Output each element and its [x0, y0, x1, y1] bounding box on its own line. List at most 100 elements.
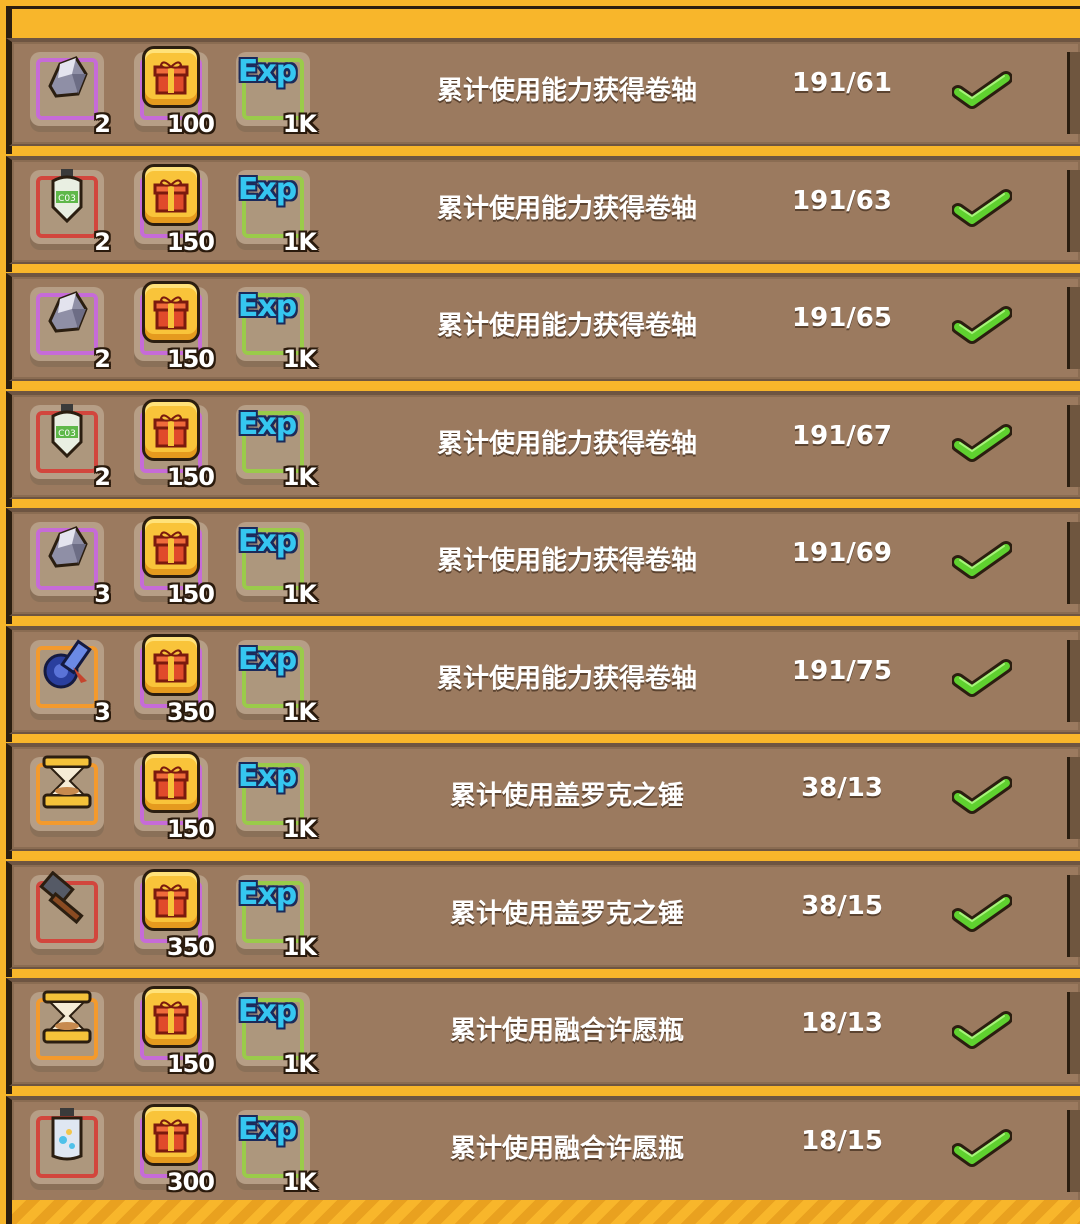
gift-box-icon [142, 399, 200, 461]
exp-reward-slot[interactable]: Exp 1K [236, 405, 317, 491]
gift-reward-slot[interactable]: 150 [134, 281, 215, 373]
task-description: 累计使用能力获得卷轴 [436, 664, 697, 694]
row-separator [6, 264, 1080, 272]
checkmark-icon [951, 538, 1013, 582]
item-count: 3 [94, 580, 111, 608]
item-reward-slot[interactable]: 3 [30, 639, 111, 726]
item-reward-slot[interactable]: C03 2 [30, 404, 111, 491]
wish-bottle-icon [38, 1106, 96, 1164]
task-progress: 191/61 [792, 68, 892, 98]
exp-icon: Exp [238, 42, 297, 100]
hammer-icon [38, 871, 96, 929]
reward-row: 150 Exp 1K 累计使用融合许愿瓶 18/13 [6, 978, 1080, 1088]
item-reward-slot[interactable]: C03 2 [30, 169, 111, 256]
exp-icon: Exp [238, 630, 297, 688]
reward-row: C03 2 150 Exp 1K 累计使用能力获得卷轴 191/63 [6, 156, 1080, 266]
task-progress: 191/67 [792, 421, 892, 451]
checkmark-icon [951, 773, 1013, 817]
row-separator [6, 499, 1080, 507]
exp-icon: Exp [238, 277, 297, 335]
gift-reward-slot[interactable]: 350 [134, 869, 215, 961]
exp-count: 1K [282, 110, 317, 138]
task-description: 累计使用能力获得卷轴 [436, 311, 697, 341]
exp-reward-slot[interactable]: Exp 1K [236, 992, 317, 1078]
exp-reward-slot[interactable]: Exp 1K [236, 1110, 317, 1196]
task-progress: 191/65 [792, 303, 892, 333]
ore-crystal-icon [38, 283, 96, 341]
item-reward-slot[interactable] [30, 755, 104, 831]
gift-box-icon [142, 1104, 200, 1166]
gift-reward-slot[interactable]: 150 [134, 399, 215, 491]
hourglass-icon [38, 753, 96, 811]
reward-row: C03 2 150 Exp 1K 累计使用能力获得卷轴 191/67 [6, 391, 1080, 501]
gift-box-icon [142, 164, 200, 226]
exp-reward-slot[interactable]: Exp 1K [236, 287, 317, 373]
task-progress: 38/15 [801, 891, 883, 921]
checkmark-icon [951, 68, 1013, 112]
exp-reward-slot[interactable]: Exp 1K [236, 170, 317, 256]
task-description: 累计使用能力获得卷轴 [436, 76, 697, 106]
task-progress: 18/15 [801, 1126, 883, 1156]
exp-reward-slot[interactable]: Exp 1K [236, 757, 317, 843]
reward-row: 150 Exp 1K 累计使用盖罗克之锤 38/13 [6, 743, 1080, 853]
gift-box-icon [142, 516, 200, 578]
exp-label: Exp [237, 876, 297, 912]
item-reward-slot[interactable] [30, 1108, 104, 1184]
exp-count: 1K [282, 463, 317, 491]
reward-row: 2 150 Exp 1K 累计使用能力获得卷轴 191/65 [6, 273, 1080, 383]
exp-icon: Exp [238, 160, 297, 218]
item-reward-slot[interactable]: 2 [30, 52, 111, 138]
gift-count: 150 [166, 345, 215, 373]
exp-label: Exp [237, 993, 297, 1029]
exp-reward-slot[interactable]: Exp 1K [236, 875, 317, 961]
task-progress: 18/13 [801, 1008, 883, 1038]
potion-bottle-icon: C03 [38, 401, 96, 459]
checkmark-icon [951, 303, 1013, 347]
svg-text:C03: C03 [58, 194, 76, 204]
gift-reward-slot[interactable]: 150 [134, 751, 215, 843]
gift-reward-slot[interactable]: 350 [134, 634, 215, 726]
gift-reward-slot[interactable]: 300 [134, 1104, 215, 1196]
row-separator [6, 969, 1080, 977]
checkmark-icon [951, 1126, 1013, 1170]
ore-crystal-icon [38, 518, 96, 576]
exp-reward-slot[interactable]: Exp 1K [236, 522, 317, 608]
gift-count: 150 [166, 228, 215, 256]
reward-row: 2 100 Exp 1K 累计使用能力获得卷轴 191/61 [6, 38, 1080, 148]
gift-box-icon [142, 281, 200, 343]
exp-icon: Exp [237, 395, 297, 453]
item-reward-slot[interactable] [30, 871, 104, 949]
ore-crystal-icon [38, 48, 96, 106]
item-reward-slot[interactable]: 3 [30, 522, 111, 608]
gift-reward-slot[interactable]: 100 [134, 46, 215, 138]
exp-label: Exp [237, 406, 297, 442]
task-progress: 191/63 [792, 186, 892, 216]
task-progress: 38/13 [801, 773, 883, 803]
scroll-icon [38, 636, 96, 694]
item-count: 2 [94, 345, 111, 373]
checkmark-icon [951, 891, 1013, 935]
exp-icon: Exp [238, 1100, 297, 1158]
gift-reward-slot[interactable]: 150 [134, 164, 215, 256]
checkmark-icon [951, 656, 1013, 700]
reward-row: 300 Exp 1K 累计使用融合许愿瓶 18/15 [6, 1096, 1080, 1206]
task-description: 累计使用盖罗克之锤 [449, 899, 684, 929]
item-reward-slot[interactable]: 2 [30, 287, 111, 373]
gift-count: 300 [166, 1168, 215, 1196]
exp-reward-slot[interactable]: Exp 1K [236, 52, 317, 138]
task-description: 累计使用能力获得卷轴 [436, 429, 697, 459]
exp-count: 1K [282, 228, 317, 256]
exp-count: 1K [282, 933, 317, 961]
exp-count: 1K [282, 815, 317, 843]
row-separator [6, 1086, 1080, 1094]
item-reward-slot[interactable] [30, 990, 104, 1066]
item-count: 2 [94, 228, 111, 256]
gift-reward-slot[interactable]: 150 [134, 516, 215, 608]
gift-count: 150 [166, 463, 215, 491]
gift-reward-slot[interactable]: 150 [134, 986, 215, 1078]
gift-count: 150 [166, 815, 215, 843]
exp-reward-slot[interactable]: Exp 1K [236, 640, 317, 726]
panel-bottom-border [6, 1200, 1080, 1224]
checkmark-icon [951, 1008, 1013, 1052]
task-description: 累计使用盖罗克之锤 [449, 781, 684, 811]
